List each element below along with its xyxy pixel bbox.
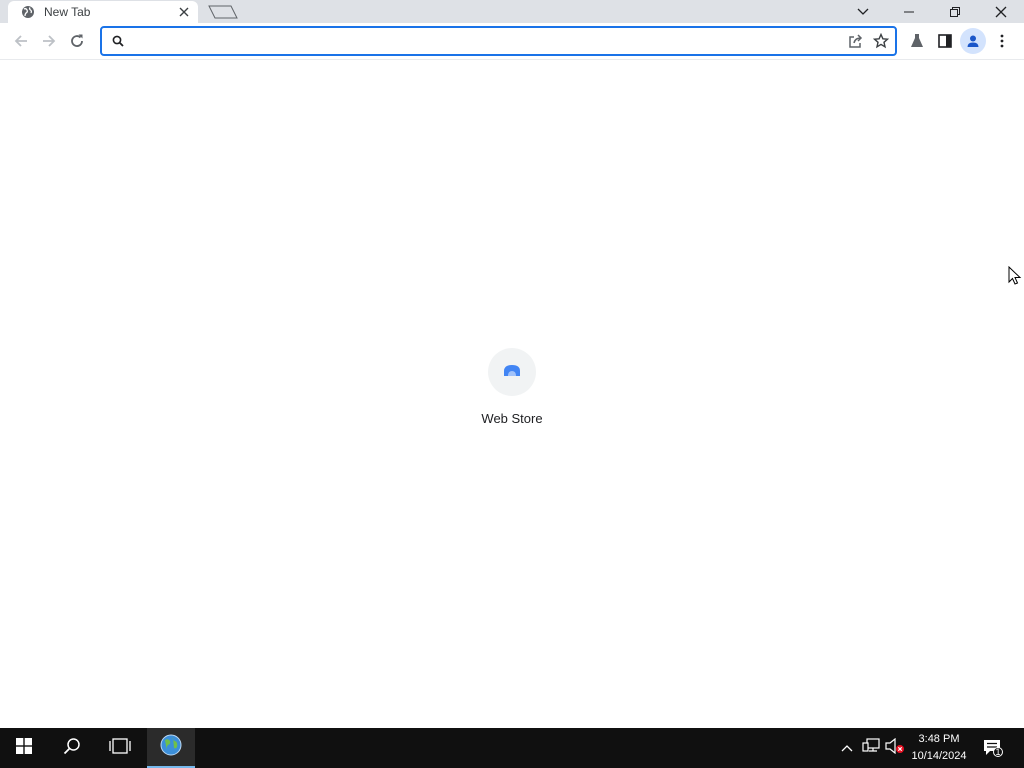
tab-search-button[interactable]	[840, 0, 886, 23]
new-tab-page: Web Store	[0, 61, 1024, 728]
task-view-button[interactable]	[96, 728, 144, 768]
reload-button[interactable]	[64, 28, 90, 54]
back-button[interactable]	[8, 28, 34, 54]
menu-kebab-icon[interactable]	[989, 28, 1015, 54]
tab-new-tab[interactable]: New Tab	[8, 1, 198, 23]
shortcut-tile[interactable]	[488, 348, 536, 396]
new-tab-button[interactable]	[208, 4, 238, 20]
start-button[interactable]	[0, 728, 48, 768]
share-icon[interactable]	[845, 30, 867, 52]
clock-time: 3:48 PM	[918, 733, 960, 745]
chrome-globe-icon	[159, 733, 183, 762]
show-hidden-icons-button[interactable]	[838, 728, 856, 768]
shortcut-label: Web Store	[481, 411, 543, 426]
search-icon	[110, 33, 126, 49]
profile-avatar-icon[interactable]	[960, 28, 986, 54]
shortcut-web-store[interactable]: Web Store	[472, 348, 552, 438]
globe-icon	[20, 4, 36, 20]
volume-muted-icon	[885, 737, 905, 759]
labs-flask-icon[interactable]	[904, 28, 930, 54]
tab-strip: New Tab	[0, 0, 1024, 23]
browser-toolbar	[0, 23, 1024, 60]
network-tray-button[interactable]	[860, 728, 882, 768]
forward-button[interactable]	[36, 28, 62, 54]
window-close-button[interactable]	[978, 0, 1024, 23]
notification-icon: 1	[983, 739, 1003, 757]
search-button[interactable]	[48, 728, 96, 768]
address-bar[interactable]	[100, 26, 897, 56]
action-center-button[interactable]: 1	[978, 728, 1008, 768]
taskbar: 3:48 PM 10/14/2024 1	[0, 728, 1024, 768]
tab-title: New Tab	[44, 5, 91, 19]
clock-date: 10/14/2024	[911, 750, 967, 762]
windows-logo-icon	[16, 737, 32, 759]
web-store-icon	[502, 362, 522, 383]
address-input[interactable]	[134, 29, 845, 53]
system-clock[interactable]: 3:48 PM 10/14/2024	[906, 731, 972, 765]
restore-button[interactable]	[932, 0, 978, 23]
taskbar-chrome-app[interactable]	[147, 728, 195, 768]
task-view-icon	[109, 737, 131, 759]
chevron-up-icon	[841, 739, 853, 757]
network-icon	[862, 737, 880, 759]
notification-count-badge: 1	[995, 747, 1001, 757]
volume-tray-button[interactable]	[884, 728, 906, 768]
minimize-button[interactable]	[886, 0, 932, 23]
side-panel-icon[interactable]	[932, 28, 958, 54]
bookmark-star-icon[interactable]	[870, 30, 892, 52]
tab-close-icon[interactable]	[176, 4, 192, 20]
search-icon	[63, 737, 81, 760]
mouse-cursor-icon	[1008, 265, 1022, 286]
